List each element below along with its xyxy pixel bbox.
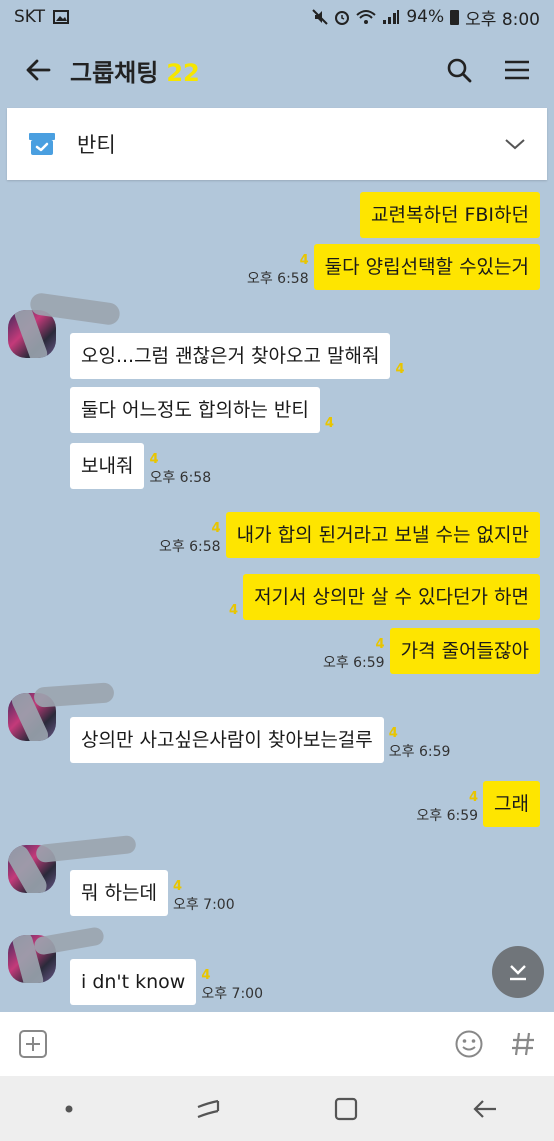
message-bubble[interactable]: 그래	[483, 781, 540, 827]
message-meta: 4 오후 6:58	[247, 253, 309, 288]
redaction-mark	[32, 926, 106, 956]
message-meta: 4	[325, 416, 334, 431]
hash-icon[interactable]	[510, 1030, 536, 1058]
recent-apps-button[interactable]	[188, 1089, 228, 1129]
wifi-icon	[356, 10, 377, 24]
emoji-icon[interactable]	[454, 1029, 484, 1059]
status-bar: SKT 94% 오후 8:00	[0, 0, 554, 34]
message-row: 상의만 사고싶은사람이 찾아보는걸루 4 오후 6:59	[70, 717, 455, 763]
message-time: 오후 6:59	[416, 808, 479, 824]
recent-apps-icon	[197, 1099, 219, 1118]
message-row: i dn't know 4 오후 7:00	[70, 959, 268, 1005]
message-bubble[interactable]: 내가 합의 된거라고 보낼 수는 없지만	[225, 512, 540, 558]
message-row: 4 오후 6:59 가격 줄어들잖아	[318, 628, 540, 674]
message-row: 4 오후 6:59 그래	[411, 781, 540, 827]
status-time: 오후 8:00	[465, 9, 540, 30]
battery-percent: 94%	[406, 7, 445, 27]
message-time: 오후 6:58	[158, 539, 221, 555]
back-arrow-icon	[26, 59, 51, 81]
unread-count: 4	[324, 416, 334, 431]
notice-bar[interactable]: 반티	[7, 108, 547, 180]
message-time: 오후 6:59	[322, 655, 385, 671]
mute-icon	[312, 9, 329, 25]
battery-icon	[450, 9, 460, 25]
message-time: 오후 6:58	[149, 470, 212, 486]
image-icon	[53, 10, 70, 24]
message-row: 둘다 어느정도 합의하는 반티 4	[70, 387, 339, 433]
chat-title: 그룹채팅	[70, 58, 159, 87]
menu-button[interactable]	[500, 53, 534, 87]
message-meta: 4 오후 6:58	[149, 452, 211, 487]
message-row: 보내줘 4 오후 6:58	[70, 443, 216, 489]
message-input-bar	[0, 1012, 554, 1076]
message-bubble[interactable]: 뭐 하는데	[70, 870, 168, 916]
back-icon	[473, 1099, 496, 1118]
chat-area[interactable]: 교련복하던 FBI하던 4 오후 6:58 둘다 양립선택할 수있는거 오잉..…	[0, 180, 554, 1012]
unread-count: 4	[375, 637, 385, 652]
message-meta: 4 오후 6:59	[416, 790, 478, 825]
redaction-mark	[33, 682, 115, 708]
message-input[interactable]	[64, 1024, 438, 1064]
message-bubble[interactable]: 상의만 사고싶은사람이 찾아보는걸루	[70, 717, 384, 763]
signal-icon	[383, 10, 400, 24]
scroll-to-bottom-button[interactable]	[492, 946, 544, 998]
message-time: 오후 6:58	[246, 271, 309, 287]
redaction-mark	[35, 834, 137, 864]
unread-count: 4	[388, 726, 398, 741]
message-row: 4 오후 6:58 내가 합의 된거라고 보낼 수는 없지만	[154, 512, 540, 558]
unread-count: 4	[229, 603, 239, 618]
notice-box-icon	[29, 133, 55, 155]
unread-count: 4	[172, 879, 183, 894]
member-count: 22	[166, 58, 200, 87]
dot-icon	[65, 1105, 73, 1112]
message-meta: 4 오후 7:00	[201, 968, 263, 1003]
unread-count: 4	[211, 521, 221, 536]
notice-label: 반티	[77, 133, 116, 157]
message-bubble[interactable]: 저기서 상의만 살 수 있다던가 하면	[243, 574, 540, 620]
unread-count: 4	[149, 452, 159, 467]
message-meta: 4	[395, 362, 404, 377]
home-button[interactable]	[326, 1089, 366, 1129]
alarm-icon	[335, 11, 350, 25]
message-meta: 4 오후 6:59	[389, 726, 451, 761]
unread-count: 4	[395, 362, 405, 377]
message-row: 4 오후 6:58 둘다 양립선택할 수있는거	[242, 244, 540, 290]
nav-dot-button[interactable]	[49, 1089, 89, 1129]
back-button[interactable]	[20, 52, 56, 88]
message-row: 4 저기서 상의만 살 수 있다던가 하면	[224, 574, 540, 620]
search-button[interactable]	[442, 53, 476, 87]
message-bubble[interactable]: 보내줘	[70, 443, 145, 489]
unread-count: 4	[468, 790, 479, 805]
message-time: 오후 7:00	[172, 897, 235, 913]
menu-icon	[505, 60, 529, 80]
search-icon	[447, 58, 472, 83]
message-bubble[interactable]: 오잉...그럼 괜찮은거 찾아오고 말해줘	[70, 333, 391, 379]
carrier-label: SKT	[14, 7, 46, 27]
chat-header: 그룹채팅 22	[0, 34, 554, 106]
message-meta: 4 오후 6:58	[159, 521, 221, 556]
message-meta: 4 오후 6:59	[323, 637, 385, 672]
system-nav-bar	[0, 1076, 554, 1141]
home-icon	[335, 1097, 358, 1120]
message-row: 뭐 하는데 4 오후 7:00	[70, 870, 240, 916]
plus-icon[interactable]	[18, 1029, 48, 1059]
nav-back-button[interactable]	[465, 1089, 505, 1129]
unread-count: 4	[201, 968, 211, 983]
message-time: 오후 6:59	[388, 744, 451, 760]
scroll-down-icon	[510, 965, 526, 981]
chevron-down-icon[interactable]	[503, 132, 527, 156]
message-bubble[interactable]: 교련복하던 FBI하던	[360, 192, 540, 238]
unread-count: 4	[299, 253, 309, 268]
message-row: 오잉...그럼 괜찮은거 찾아오고 말해줘 4	[70, 333, 410, 379]
message-time: 오후 7:00	[201, 986, 263, 1002]
avatar[interactable]	[8, 310, 56, 358]
message-row: 교련복하던 FBI하던	[350, 192, 540, 238]
message-bubble[interactable]: 가격 줄어들잖아	[389, 628, 540, 674]
message-bubble[interactable]: i dn't know	[70, 959, 197, 1005]
message-bubble[interactable]: 둘다 양립선택할 수있는거	[313, 244, 540, 290]
message-meta: 4	[229, 603, 238, 618]
message-bubble[interactable]: 둘다 어느정도 합의하는 반티	[70, 387, 320, 433]
message-meta: 4 오후 7:00	[173, 879, 235, 914]
